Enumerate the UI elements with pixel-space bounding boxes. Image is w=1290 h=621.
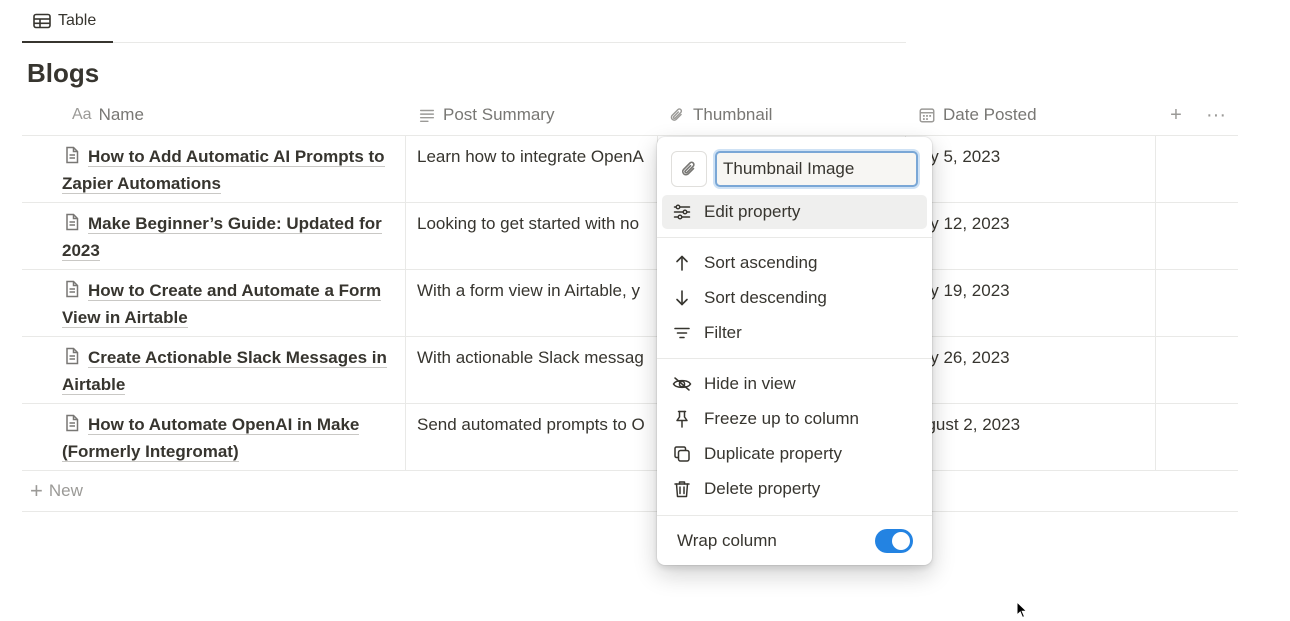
summary-cell[interactable]: Send automated prompts to O <box>406 404 658 470</box>
property-icon-button[interactable] <box>671 151 707 187</box>
summary-cell[interactable]: Learn how to integrate OpenA <box>406 136 658 202</box>
name-cell[interactable]: How to Automate OpenAI in Make (Formerly… <box>60 404 406 470</box>
pin-icon <box>676 410 688 428</box>
column-label: Post Summary <box>443 105 555 124</box>
column-label: Name <box>98 105 144 124</box>
plus-icon: + <box>30 478 43 503</box>
table-row: How to Add Automatic AI Prompts to Zapie… <box>22 136 1238 203</box>
table-row: Create Actionable Slack Messages in Airt… <box>22 337 1238 404</box>
menu-item-label: Freeze up to column <box>704 409 859 428</box>
table-row: Make Beginner’s Guide: Updated for 2023 … <box>22 203 1238 270</box>
column-header-thumbnail[interactable]: Thumbnail <box>656 95 908 135</box>
tab-label: Table <box>58 11 97 29</box>
database-title[interactable]: Blogs <box>27 58 99 89</box>
wrap-column-toggle[interactable] <box>875 529 913 553</box>
table-icon <box>33 13 51 28</box>
name-cell[interactable]: How to Add Automatic AI Prompts to Zapie… <box>60 136 406 202</box>
page-title-link[interactable]: Make Beginner’s Guide: Updated for 2023 <box>62 214 382 261</box>
paperclip-icon <box>670 108 683 121</box>
menu-item-duplicate-property[interactable]: Duplicate property <box>662 437 927 471</box>
arrow-down-icon <box>676 290 688 306</box>
page-title-link[interactable]: How to Automate OpenAI in Make (Formerly… <box>62 415 360 462</box>
more-options-button[interactable]: ··· <box>1203 103 1229 127</box>
menu-item-freeze-up-to-column[interactable]: Freeze up to column <box>662 402 927 436</box>
new-row-label: New <box>48 481 83 500</box>
column-header-name[interactable]: Aa Name <box>60 95 406 135</box>
name-cell[interactable]: Make Beginner’s Guide: Updated for 2023 <box>60 203 406 269</box>
page-icon <box>66 280 79 298</box>
menu-item-filter[interactable]: Filter <box>662 316 927 350</box>
sliders-icon <box>673 204 691 220</box>
page-icon <box>66 146 79 164</box>
wrap-column-row: Wrap column <box>677 524 913 558</box>
menu-divider <box>657 515 932 516</box>
menu-divider <box>657 358 932 359</box>
wrap-column-label: Wrap column <box>677 531 777 550</box>
filter-icon <box>674 327 690 339</box>
name-cell[interactable]: How to Create and Automate a Form View i… <box>60 270 406 336</box>
page-title-link[interactable]: Create Actionable Slack Messages in Airt… <box>62 348 387 395</box>
column-header-date-posted[interactable]: Date Posted <box>906 95 1156 135</box>
duplicate-icon <box>674 446 690 462</box>
text-aa-icon: Aa <box>72 106 92 123</box>
table-row: How to Automate OpenAI in Make (Formerly… <box>22 404 1238 471</box>
menu-item-label: Filter <box>704 323 742 342</box>
property-menu: Edit property Sort ascending Sort descen… <box>657 137 932 565</box>
date-cell[interactable]: uly 19, 2023 <box>906 270 1156 336</box>
menu-item-hide-in-view[interactable]: Hide in view <box>662 367 927 401</box>
menu-item-label: Edit property <box>704 202 801 221</box>
table-header: Aa Name Post Summary Thumbnail Date Post… <box>22 95 1238 136</box>
new-row-button[interactable]: + New <box>22 471 1238 512</box>
tab-table-view[interactable]: Table <box>22 0 113 43</box>
menu-item-label: Sort descending <box>704 288 827 307</box>
property-name-input[interactable] <box>715 151 918 187</box>
menu-item-label: Sort ascending <box>704 253 818 272</box>
add-column-button[interactable]: + <box>1163 103 1189 127</box>
page-icon <box>66 213 79 231</box>
property-name-row <box>671 151 918 187</box>
column-label: Thumbnail <box>693 105 773 124</box>
lines-icon <box>419 109 435 123</box>
page-title-link[interactable]: How to Create and Automate a Form View i… <box>62 281 382 328</box>
menu-divider <box>657 237 932 238</box>
menu-item-label: Hide in view <box>704 374 796 393</box>
summary-cell[interactable]: With a form view in Airtable, y <box>406 270 658 336</box>
table-row: How to Create and Automate a Form View i… <box>22 270 1238 337</box>
menu-item-label: Delete property <box>704 479 821 498</box>
summary-cell[interactable]: With actionable Slack messag <box>406 337 658 403</box>
trash-icon <box>674 481 690 498</box>
menu-item-edit-property[interactable]: Edit property <box>662 195 927 229</box>
page-icon <box>66 347 79 365</box>
arrow-up-icon <box>676 255 688 271</box>
menu-item-sort-descending[interactable]: Sort descending <box>662 281 927 315</box>
date-cell[interactable]: uly 5, 2023 <box>906 136 1156 202</box>
menu-item-label: Duplicate property <box>704 444 842 463</box>
column-label: Date Posted <box>943 105 1037 124</box>
date-cell[interactable]: ugust 2, 2023 <box>906 404 1156 470</box>
view-tab-bar: Table <box>22 0 906 43</box>
date-cell[interactable]: uly 26, 2023 <box>906 337 1156 403</box>
date-cell[interactable]: uly 12, 2023 <box>906 203 1156 269</box>
mouse-cursor-icon <box>1016 601 1028 619</box>
column-header-post-summary[interactable]: Post Summary <box>406 95 658 135</box>
page-title-link[interactable]: How to Add Automatic AI Prompts to Zapie… <box>62 147 385 194</box>
menu-item-delete-property[interactable]: Delete property <box>662 472 927 506</box>
paperclip-icon <box>682 161 695 176</box>
summary-cell[interactable]: Looking to get started with no <box>406 203 658 269</box>
calendar-icon <box>919 108 935 123</box>
name-cell[interactable]: Create Actionable Slack Messages in Airt… <box>60 337 406 403</box>
menu-item-sort-ascending[interactable]: Sort ascending <box>662 246 927 280</box>
blogs-table: Aa Name Post Summary Thumbnail Date Post… <box>22 95 1238 512</box>
page-icon <box>66 414 79 432</box>
eye-slash-icon <box>672 377 692 391</box>
